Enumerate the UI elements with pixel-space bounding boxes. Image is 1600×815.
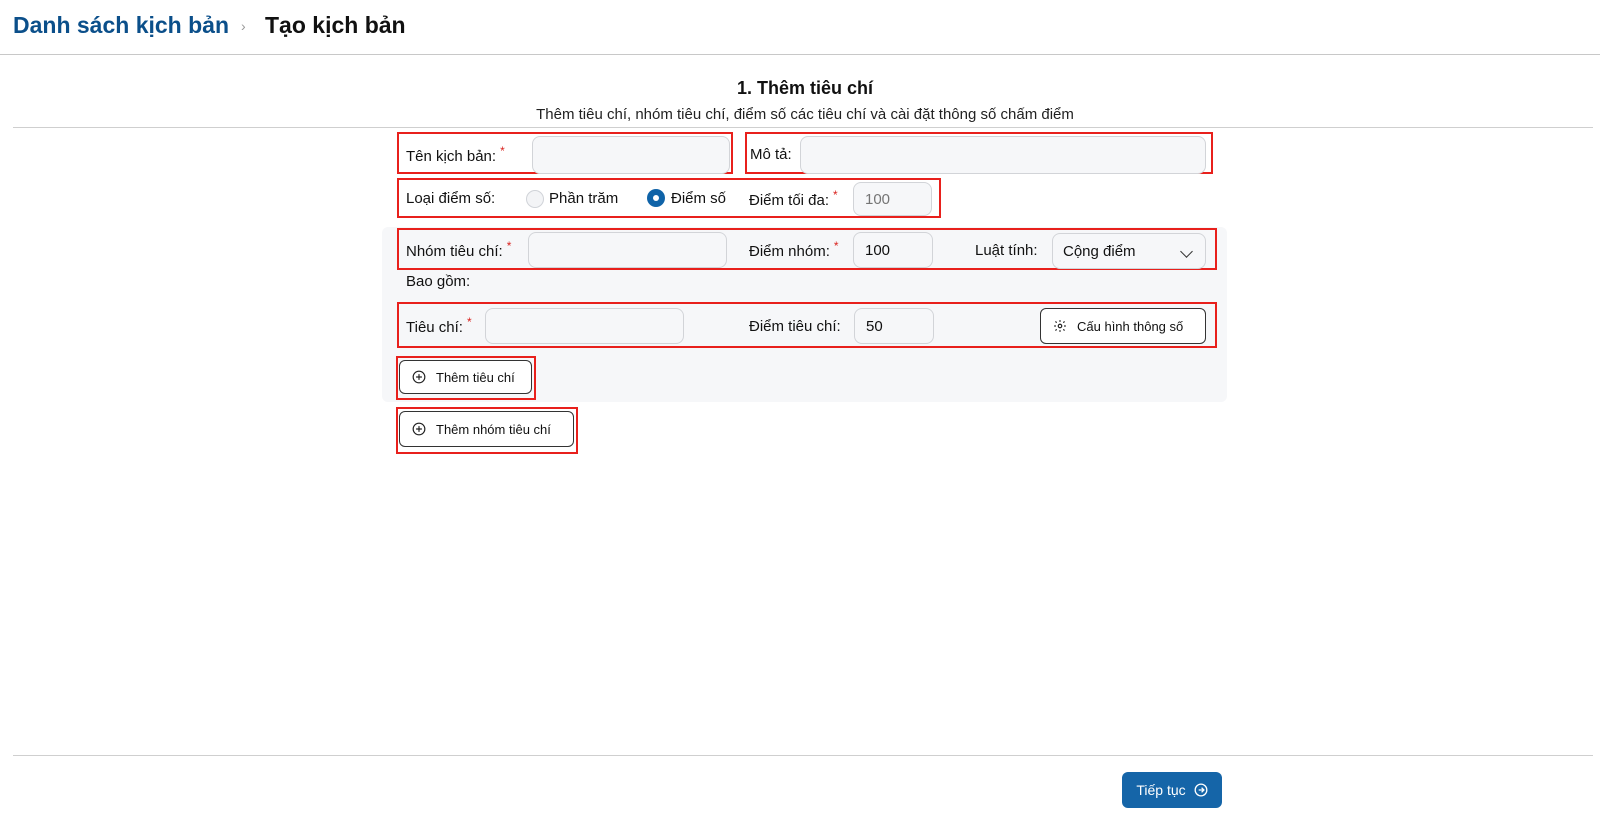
add-group-label: Thêm nhóm tiêu chí <box>436 421 551 437</box>
continue-label: Tiếp tục <box>1136 782 1186 798</box>
breadcrumb-chevron-icon: › <box>241 18 246 34</box>
plus-circle-icon <box>412 422 426 436</box>
includes-label: Bao gồm: <box>406 273 471 290</box>
radio-points[interactable] <box>647 189 665 207</box>
continue-button[interactable]: Tiếp tục <box>1122 772 1222 808</box>
group-score-input[interactable] <box>853 232 933 268</box>
radio-points-label[interactable]: Điểm số <box>671 190 726 207</box>
group-score-label: Điểm nhóm: * <box>749 239 839 260</box>
group-name-input[interactable] <box>528 232 727 268</box>
add-criterion-label: Thêm tiêu chí <box>436 369 515 385</box>
arrow-right-circle-icon <box>1194 783 1208 797</box>
footer-divider <box>13 755 1593 756</box>
scenario-name-label: Tên kịch bản: * <box>406 144 505 165</box>
rule-select[interactable]: Cộng điểm <box>1052 233 1206 269</box>
description-input[interactable] <box>800 136 1206 174</box>
breadcrumb-scenario-list[interactable]: Danh sách kịch bản <box>13 12 229 39</box>
max-score-label: Điểm tối đa: * <box>749 188 838 209</box>
chevron-down-icon <box>1180 245 1193 258</box>
add-criterion-button[interactable]: Thêm tiêu chí <box>399 360 532 394</box>
radio-percent-label[interactable]: Phần trăm <box>549 190 618 207</box>
page-title: Tạo kịch bản <box>265 12 406 38</box>
step-subtitle: Thêm tiêu chí, nhóm tiêu chí, điểm số cá… <box>536 106 1074 123</box>
description-label: Mô tả: <box>750 146 792 163</box>
step-title: 1. Thêm tiêu chí <box>736 78 874 98</box>
group-name-label: Nhóm tiêu chí: * <box>406 239 512 260</box>
configure-params-label: Cấu hình thông số <box>1077 318 1184 334</box>
header: Danh sách kịch bản › Tạo kịch bản <box>0 0 1600 55</box>
criterion-score-input[interactable] <box>854 308 934 344</box>
criterion-input[interactable] <box>485 308 684 344</box>
rule-label: Luật tính: <box>975 242 1038 259</box>
score-type-label: Loại điểm số: <box>406 190 496 207</box>
criterion-score-label: Điểm tiêu chí: <box>749 318 841 335</box>
plus-circle-icon <box>412 370 426 384</box>
max-score-input[interactable] <box>853 182 932 216</box>
radio-percent[interactable] <box>526 190 544 208</box>
gear-icon <box>1053 319 1067 333</box>
rule-select-value: Cộng điểm <box>1063 243 1136 260</box>
scenario-name-input[interactable] <box>532 136 730 174</box>
add-group-button[interactable]: Thêm nhóm tiêu chí <box>399 411 574 447</box>
criterion-label: Tiêu chí: * <box>406 315 472 336</box>
divider <box>13 127 1593 128</box>
configure-params-button[interactable]: Cấu hình thông số <box>1040 308 1206 344</box>
